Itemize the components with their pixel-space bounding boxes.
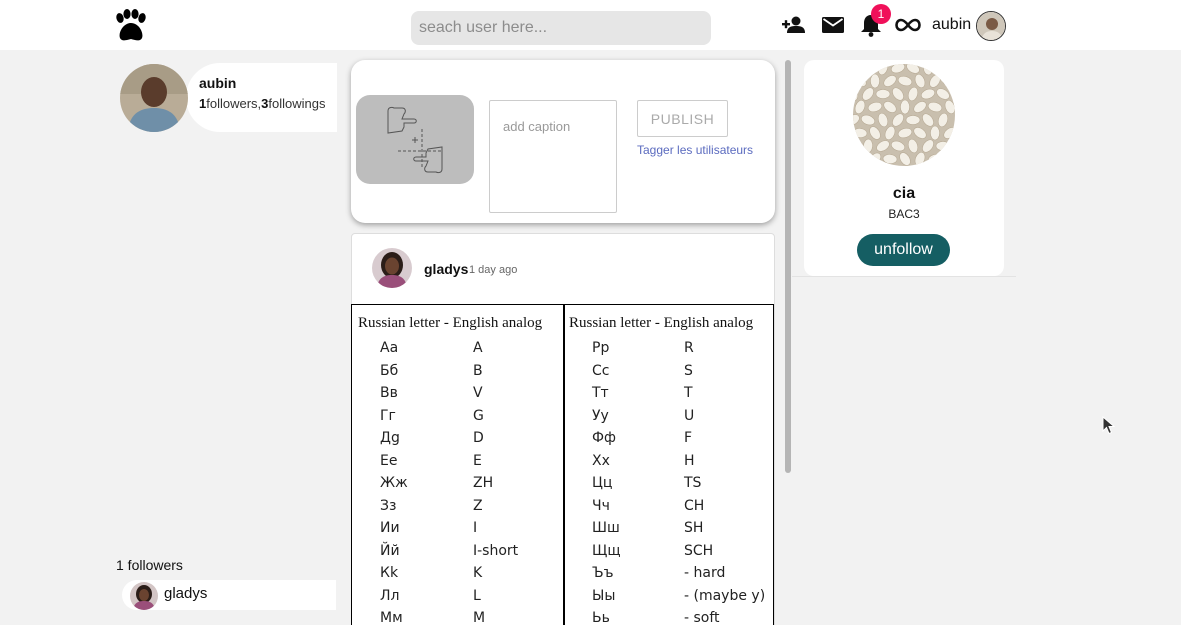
right-russian-letter: Хх (592, 452, 610, 469)
left-english-analog: M (473, 610, 486, 625)
caption-input[interactable] (489, 100, 617, 213)
left-russian-letter: Лл (380, 587, 400, 604)
right-english-analog: - soft (684, 610, 720, 625)
left-russian-letter: Ии (380, 520, 400, 536)
left-english-analog: E (473, 452, 482, 469)
user-card-subtitle: BAC3 (888, 207, 920, 221)
right-english-analog: SCH (684, 542, 714, 559)
profile-name[interactable]: aubin (199, 75, 236, 91)
followers-title: 1 followers (116, 557, 183, 573)
follower-name[interactable]: gladys (164, 585, 207, 602)
left-russian-letter: Мм (380, 610, 403, 625)
paw-icon[interactable] (113, 9, 149, 43)
right-russian-letter: Ьь (592, 610, 610, 625)
left-english-analog: K (473, 565, 483, 581)
left-english-analog: Z (473, 497, 483, 514)
left-english-analog: I (473, 520, 478, 536)
mail-icon[interactable] (820, 13, 846, 37)
post-author-name[interactable]: gladys (424, 261, 468, 277)
left-english-analog: V (473, 385, 483, 401)
right-english-analog: CH (684, 497, 705, 514)
left-russian-letter: Вв (380, 385, 398, 401)
tag-users-link[interactable]: Tagger les utilisateurs (637, 143, 753, 157)
right-english-analog: - (maybe y) (684, 587, 766, 604)
right-russian-letter: Чч (592, 497, 610, 514)
left-english-analog: ZH (473, 475, 494, 491)
right-english-analog: H (684, 452, 695, 469)
right-russian-letter: Сс (592, 362, 610, 379)
profile-stats: 1followers,3followings (199, 96, 325, 111)
right-russian-letter: Ыы (592, 587, 616, 604)
user-card-name[interactable]: cia (804, 185, 1004, 203)
right-russian-letter: Уу (592, 407, 609, 424)
right-english-analog: TS (684, 475, 702, 491)
right-russian-letter: Цц (592, 475, 613, 491)
left-russian-letter: Дg (380, 430, 400, 446)
followers-label: followers, (206, 96, 262, 111)
followings-label: followings (268, 96, 326, 111)
search-input[interactable] (411, 11, 711, 45)
left-russian-letter: Бб (380, 362, 399, 379)
left-russian-letter: Гг (380, 407, 396, 424)
left-english-analog: I-short (473, 542, 519, 559)
left-russian-letter: Йй (380, 542, 400, 559)
right-english-analog: T (684, 385, 693, 401)
right-english-analog: U (684, 407, 695, 424)
infinity-icon[interactable] (895, 13, 921, 37)
left-russian-letter: Кk (380, 565, 399, 581)
unfollow-button[interactable]: unfollow (857, 234, 950, 266)
left-english-analog: A (473, 340, 483, 356)
follower-avatar[interactable] (130, 582, 158, 610)
left-russian-letter: Жж (380, 475, 408, 491)
right-english-analog: F (684, 430, 693, 446)
alphabet-left-header: Russian letter - English analog (358, 315, 543, 331)
right-english-analog: S (684, 362, 693, 379)
user-card-avatar[interactable] (853, 64, 955, 166)
right-russian-letter: Ъъ (592, 565, 614, 581)
left-english-analog: D (473, 430, 484, 446)
table-divider (563, 305, 565, 625)
left-russian-letter: Аа (380, 340, 399, 356)
profile-avatar[interactable] (120, 64, 188, 132)
left-english-analog: B (473, 362, 483, 379)
feed-scrollbar-thumb[interactable] (785, 60, 791, 473)
right-russian-letter: Щщ (592, 542, 621, 559)
card-divider (792, 276, 1016, 277)
right-english-analog: R (684, 340, 694, 356)
left-english-analog: L (473, 587, 481, 604)
right-english-analog: SH (684, 520, 704, 536)
crop-hands-icon (387, 106, 443, 174)
publish-button[interactable]: PUBLISH (637, 100, 728, 137)
left-russian-letter: Ее (380, 452, 398, 469)
header-avatar[interactable] (976, 11, 1006, 41)
notification-badge: 1 (871, 4, 891, 24)
right-russian-letter: Рр (592, 340, 610, 356)
mouse-cursor-icon (1102, 416, 1116, 435)
left-english-analog: G (473, 407, 484, 424)
post-image-alphabet-table: Russian letter - English analog Russian … (351, 304, 774, 625)
post-timestamp: 1 day ago (469, 264, 518, 276)
header-username[interactable]: aubin (932, 16, 971, 34)
right-russian-letter: Тт (592, 385, 609, 401)
right-russian-letter: Фф (592, 430, 617, 446)
post-author-avatar[interactable] (372, 248, 412, 288)
image-upload-button[interactable] (356, 95, 474, 184)
alphabet-right-header: Russian letter - English analog (569, 315, 754, 331)
right-english-analog: - hard (684, 565, 726, 581)
right-russian-letter: Шш (592, 520, 620, 536)
add-friend-icon[interactable] (781, 13, 807, 37)
left-russian-letter: Зз (380, 497, 397, 514)
